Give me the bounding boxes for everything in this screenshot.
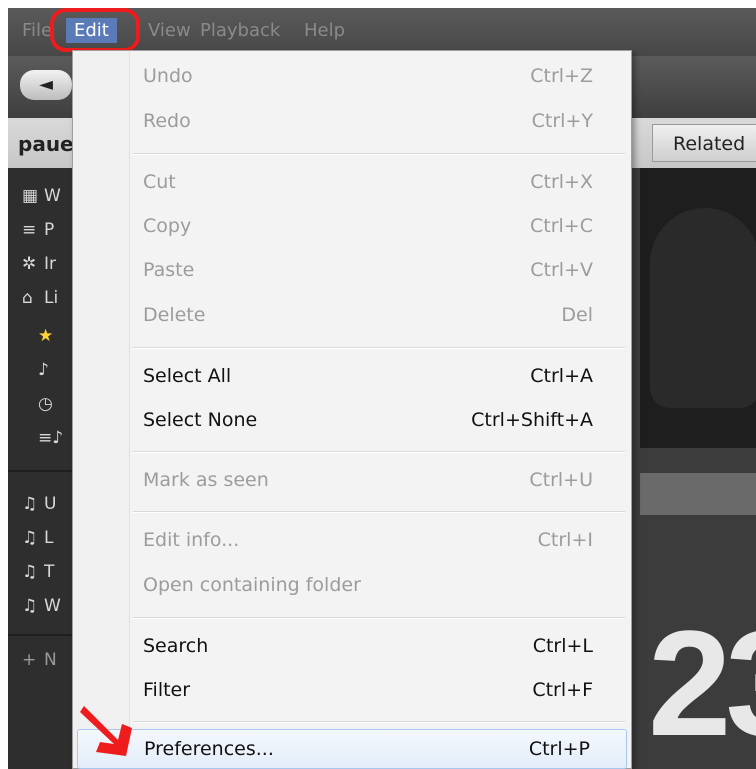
menu-separator	[133, 347, 625, 349]
menu-item-mark-as-seen[interactable]: Mark as seen Ctrl+U	[129, 461, 629, 501]
menu-item-paste[interactable]: Paste Ctrl+V	[129, 251, 629, 291]
sidebar-item-l[interactable]: ♫ L	[22, 528, 53, 548]
page-title: paue	[18, 132, 74, 156]
music-note-icon: ♫	[22, 596, 38, 616]
sidebar-item-4[interactable]: ⌂ Li	[22, 288, 58, 308]
annotation-circle	[50, 8, 140, 52]
music-note-icon: ♫	[22, 528, 38, 548]
sidebar-item-3[interactable]: ✲ Ir	[22, 254, 56, 274]
plus-icon: +	[22, 650, 37, 670]
music-note-icon: ♪	[38, 360, 49, 380]
playlist-icon: ≡♪	[38, 428, 64, 448]
menu-separator	[133, 511, 625, 513]
menu-file[interactable]: File	[22, 20, 52, 41]
music-note-icon: ♫	[22, 494, 38, 514]
menu-separator	[133, 451, 625, 453]
grid-icon: ▦	[22, 186, 39, 206]
edit-menu: Undo Ctrl+Z Redo Ctrl+Y Cut Ctrl+X Copy …	[72, 50, 632, 769]
sidebar-item-t[interactable]: ♫ T	[22, 562, 54, 582]
content-band	[640, 473, 756, 515]
menu-separator	[133, 721, 625, 723]
menu-item-undo[interactable]: Undo Ctrl+Z	[129, 57, 629, 97]
menu-item-edit-info[interactable]: Edit info... Ctrl+I	[129, 521, 629, 561]
menu-icon-gutter	[73, 51, 130, 768]
tab-related-label: Related	[673, 133, 746, 155]
music-note-icon: ♫	[22, 562, 38, 582]
sidebar-item-starred[interactable]: ★	[38, 326, 60, 346]
menu-item-filter[interactable]: Filter Ctrl+F	[129, 671, 629, 711]
back-button[interactable]: ◄	[20, 70, 72, 100]
menu-item-preferences[interactable]: Preferences... Ctrl+P	[77, 729, 627, 769]
sidebar-item-new[interactable]: + N	[22, 650, 57, 670]
sidebar-item-playlist[interactable]: ≡♪	[38, 428, 64, 448]
menu-playback[interactable]: Playback	[200, 20, 280, 41]
sidebar-item-1[interactable]: ▦ W	[22, 186, 61, 206]
menu-separator	[133, 153, 625, 155]
star-icon: ★	[38, 326, 54, 346]
sidebar-item-u[interactable]: ♫ U	[22, 494, 56, 514]
menu-separator	[133, 617, 625, 619]
menu-item-select-none[interactable]: Select None Ctrl+Shift+A	[129, 401, 629, 441]
menu-view[interactable]: View	[148, 20, 191, 41]
sidebar-item-2[interactable]: ≡ P	[22, 220, 54, 240]
menu-item-delete[interactable]: Delete Del	[129, 296, 629, 336]
menu-item-open-containing-folder[interactable]: Open containing folder	[129, 566, 629, 606]
home-icon: ⌂	[22, 288, 33, 308]
menu-item-copy[interactable]: Copy Ctrl+C	[129, 207, 629, 247]
menu-help[interactable]: Help	[304, 20, 345, 41]
artist-silhouette	[650, 208, 756, 408]
tab-related[interactable]: Related	[652, 124, 756, 162]
menu-item-search[interactable]: Search Ctrl+L	[129, 627, 629, 667]
annotation-arrow-icon	[80, 706, 132, 756]
sidebar-item-music[interactable]: ♪	[38, 360, 60, 380]
big-number: 23	[648, 599, 756, 767]
gear-icon: ✲	[22, 254, 37, 274]
clock-icon: ◷	[38, 394, 53, 414]
sidebar-item-history[interactable]: ◷	[38, 394, 60, 414]
sidebar-item-w[interactable]: ♫ W	[22, 596, 61, 616]
list-icon: ≡	[22, 220, 37, 240]
back-arrow-icon: ◄	[39, 74, 53, 95]
menu-item-select-all[interactable]: Select All Ctrl+A	[129, 357, 629, 397]
menu-item-redo[interactable]: Redo Ctrl+Y	[129, 102, 629, 142]
menu-item-cut[interactable]: Cut Ctrl+X	[129, 163, 629, 203]
